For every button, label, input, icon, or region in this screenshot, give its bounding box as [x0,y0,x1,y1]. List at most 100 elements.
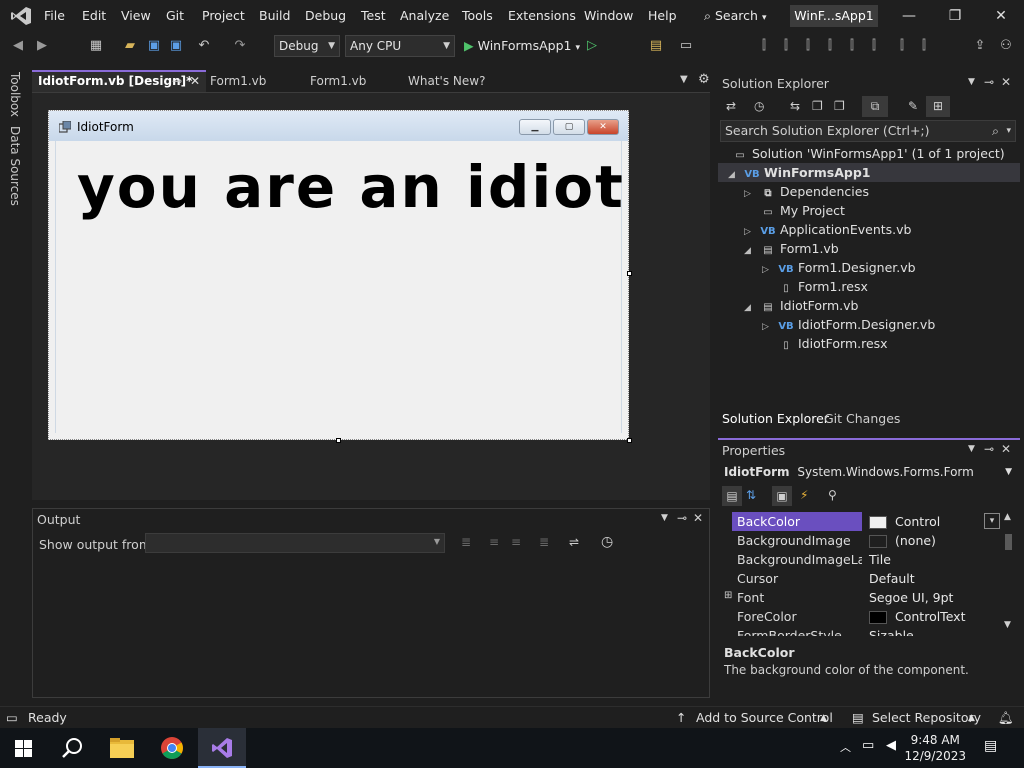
visual-studio-taskbar-button[interactable] [198,728,246,768]
resize-handle-bottom[interactable] [336,438,341,443]
find-message-icon[interactable]: ≣ [461,535,471,549]
clock-icon[interactable]: ◷ [601,534,613,550]
menu-debug[interactable]: Debug [305,8,346,23]
close-button[interactable]: ✕ [986,6,1016,26]
tree-item-idiotform-designer[interactable]: ▷ VB IdiotForm.Designer.vb [762,315,935,334]
select-repository-button[interactable]: Select Repository [872,710,981,725]
close-icon[interactable]: ✕ [693,511,703,525]
menu-test[interactable]: Test [361,8,386,23]
tree-item-dependencies[interactable]: ▷ ⧉ Dependencies [744,182,869,201]
tree-item-solution[interactable]: ▭ Solution 'WinFormsApp1' (1 of 1 project… [732,144,1004,163]
data-sources-tab[interactable]: Data Sources [8,126,22,206]
menu-window[interactable]: Window [584,8,633,23]
tree-item-form1-designer[interactable]: ▷ VB Form1.Designer.vb [762,258,916,277]
toolbox-tab[interactable]: Toolbox [8,72,22,117]
new-item-icon[interactable]: ▦ [88,38,104,54]
taskbar-search-button[interactable] [48,728,96,768]
gear-icon[interactable]: ⚙ [698,72,710,87]
label-you-are-an-idiot[interactable]: you are an idiot [77,153,625,221]
configuration-select[interactable]: Debug ▼ [274,35,340,57]
search-button[interactable]: ⌕ Search ▾ [704,8,766,24]
menu-tools[interactable]: Tools [462,8,493,23]
menu-analyze[interactable]: Analyze [400,8,449,23]
volume-icon[interactable]: ◀︎ [886,738,896,753]
tree-item-my-project[interactable]: ▭ My Project [760,201,845,220]
window-position-icon[interactable]: ▼ [968,444,975,454]
alphabetical-icon[interactable]: ⇅ [746,488,756,502]
align-bottoms-icon[interactable]: ⫿ [866,38,882,54]
add-to-source-control-button[interactable]: Add to Source Control [696,710,833,725]
start-without-debugging-icon[interactable]: ▷ [584,38,600,54]
tree-item-application-events[interactable]: ▷ VB ApplicationEvents.vb [744,220,911,239]
chrome-taskbar-button[interactable] [148,728,196,768]
menu-build[interactable]: Build [259,8,290,23]
output-source-select[interactable]: ▼ [145,533,445,553]
property-value-input[interactable]: Control [865,512,999,531]
show-all-files-icon[interactable]: ❐ [834,99,845,113]
close-icon[interactable]: ✕ [1001,75,1011,89]
clear-all-icon[interactable]: ≣ [539,535,549,549]
close-icon[interactable]: ✕ [1001,442,1011,456]
dropdown-arrow-icon[interactable]: ▾ [984,513,1000,529]
tab-git-changes[interactable]: Git Changes [824,411,900,426]
system-clock[interactable]: 9:48 AM 12/9/2023 [904,732,966,764]
properties-scrollbar[interactable]: ▲ ▼ [1002,512,1016,636]
center-vertically-icon[interactable]: ⫿ [916,38,932,54]
center-horizontally-icon[interactable]: ⫿ [894,38,910,54]
form-designer-idiotform[interactable]: IdiotForm ▁ ▢ ✕ you are an idiot [48,110,629,440]
menu-file[interactable]: File [44,8,65,23]
property-row-backcolor[interactable]: BackColor Control ▾ [732,512,1000,531]
pin-icon[interactable]: ⊸ [984,442,994,456]
property-row-backgroundimage[interactable]: BackgroundImage (none) [732,531,998,550]
menu-help[interactable]: Help [648,8,677,23]
history-icon[interactable]: ◷ [754,99,764,113]
menu-project[interactable]: Project [202,8,245,23]
window-position-icon[interactable]: ▼ [968,77,975,87]
filter-icon[interactable]: ⧉ [862,96,888,117]
save-all-icon[interactable]: ▣ [168,38,184,54]
tree-item-form1-resx[interactable]: ▯ Form1.resx [778,277,868,296]
open-folder-icon[interactable]: ▰ [122,38,138,54]
scroll-thumb[interactable] [1005,534,1012,550]
tab-solution-explorer[interactable]: Solution Explorer [722,411,829,426]
menu-git[interactable]: Git [166,8,184,23]
property-row-font[interactable]: Font Segoe UI, 9pt [732,588,998,607]
tree-item-project[interactable]: ◢ VB WinFormsApp1 [718,163,1020,182]
events-lightning-icon[interactable]: ⚡ [800,488,808,502]
properties-icon[interactable]: ▣ [772,486,792,506]
start-debugging-button[interactable]: ▶ WinFormsApp1 ▾ [464,38,580,53]
tree-item-form1[interactable]: ◢ ▤ Form1.vb [744,239,839,258]
minimize-button[interactable]: — [894,6,924,26]
property-row-forecolor[interactable]: ForeColor ControlText [732,607,998,626]
property-row-backgroundimagelayout[interactable]: BackgroundImageLayout Tile [732,550,998,569]
previous-message-icon[interactable]: ≡ [489,535,499,549]
solution-name-badge[interactable]: WinF...sApp1 [790,5,878,27]
resize-handle-right[interactable] [627,271,632,276]
pin-icon[interactable]: ⊸ [172,72,182,91]
menu-edit[interactable]: Edit [82,8,106,23]
tab-overflow-icon[interactable]: ▼ [680,74,688,85]
start-button[interactable] [0,728,48,768]
switch-views-icon[interactable]: ⇄ [726,99,736,113]
forward-nav-icon[interactable]: ▶ [34,38,50,54]
align-lefts-icon[interactable]: ⫿ [756,38,772,54]
align-middles-icon[interactable]: ⫿ [844,38,860,54]
next-message-icon[interactable]: ≡ [511,535,521,549]
back-nav-icon[interactable]: ◀ [10,38,26,54]
tab-whats-new[interactable]: What's New? [402,70,512,92]
network-icon[interactable]: ▭ [862,738,874,753]
property-row-cursor[interactable]: Cursor Default [732,569,998,588]
align-tops-icon[interactable]: ⫿ [822,38,838,54]
tab-form1-vb-2[interactable]: Form1.vb [304,70,400,92]
menu-extensions[interactable]: Extensions [508,8,576,23]
preview-selected-icon[interactable]: ⊞ [926,96,950,117]
solution-search-input[interactable]: Search Solution Explorer (Ctrl+;) ⌕ ▾ [720,120,1016,142]
tree-item-idiotform-resx[interactable]: ▯ IdiotForm.resx [778,334,887,353]
align-centers-icon[interactable]: ⫿ [778,38,794,54]
restore-button[interactable]: ❐ [940,6,970,26]
feedback-icon[interactable]: ⚇ [998,38,1014,54]
tab-idiotform-design[interactable]: IdiotForm.vb [Design]* ⊸ ✕ [32,70,206,92]
property-row-formborderstyle[interactable]: FormBorderStyle Sizable [732,626,998,636]
tab-form1-vb[interactable]: Form1.vb [204,70,300,92]
pin-icon[interactable]: ⊸ [677,511,687,525]
